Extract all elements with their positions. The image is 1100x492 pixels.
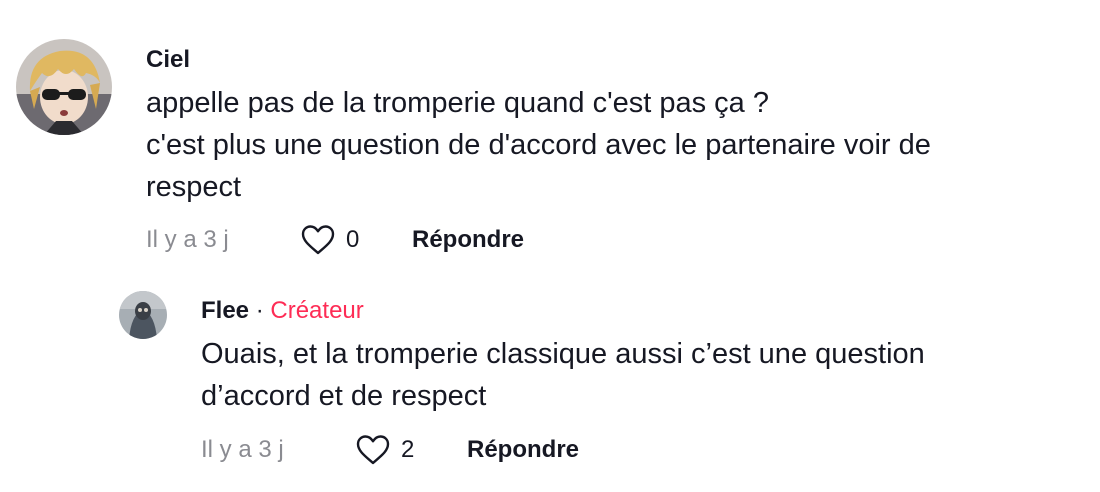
timestamp: Il y a 3 j — [201, 436, 284, 463]
comment: Ciel appelle pas de la tromperie quand c… — [0, 0, 1100, 270]
comment-text-line: c'est plus une question de d'accord avec… — [146, 129, 931, 161]
comment-text-line: respect — [146, 171, 242, 203]
heart-outline-icon[interactable] — [355, 434, 391, 466]
author-name[interactable]: Ciel — [146, 46, 190, 73]
like-button[interactable]: 0 — [300, 224, 412, 256]
reply-author-line: Flee · Créateur — [201, 297, 364, 325]
like-count: 2 — [401, 436, 415, 463]
reply-button[interactable]: Répondre — [467, 436, 579, 464]
avatar-image — [16, 39, 112, 135]
creator-badge: Créateur — [270, 297, 364, 324]
reply-text-line: d’accord et de respect — [201, 380, 487, 412]
comment-text: appelle pas de la tromperie quand c'est … — [146, 82, 1076, 208]
comment-text-line: appelle pas de la tromperie quand c'est … — [146, 87, 769, 119]
reply-comment: Flee · Créateur Ouais, et la tromperie c… — [0, 270, 1100, 492]
separator: · — [255, 297, 264, 324]
avatar[interactable] — [16, 39, 112, 135]
reply-button[interactable]: Répondre — [412, 226, 524, 254]
comment-actions: Il y a 3 j 0 Répondre — [146, 222, 524, 258]
comment-author[interactable]: Ciel — [146, 46, 190, 74]
author-name[interactable]: Flee — [201, 297, 249, 324]
avatar[interactable] — [119, 291, 167, 339]
like-button[interactable]: 2 — [355, 434, 467, 466]
timestamp: Il y a 3 j — [146, 226, 229, 253]
reply-text-line: Ouais, et la tromperie classique aussi c… — [201, 338, 925, 370]
like-count: 0 — [346, 226, 360, 253]
avatar-image — [119, 291, 167, 339]
reply-text: Ouais, et la tromperie classique aussi c… — [201, 333, 1081, 417]
heart-outline-icon[interactable] — [300, 224, 336, 256]
reply-actions: Il y a 3 j 2 Répondre — [201, 432, 579, 468]
